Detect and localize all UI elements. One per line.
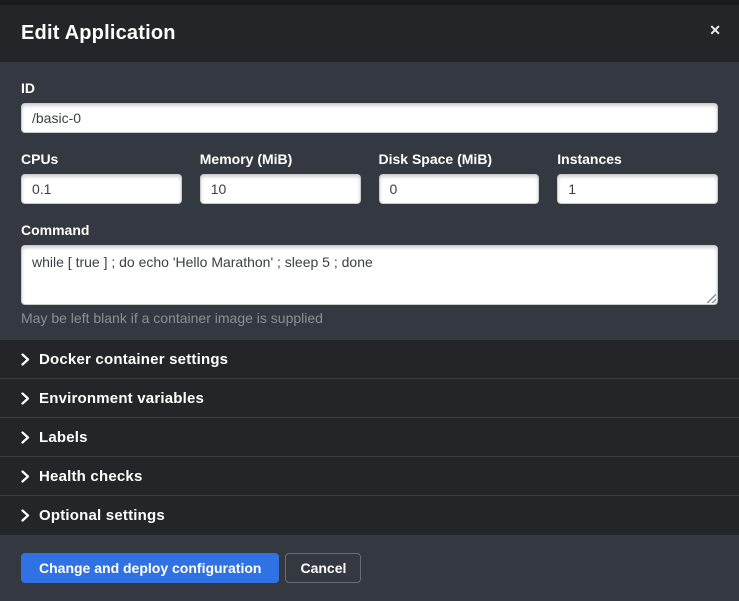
section-environment-variables[interactable]: Environment variables <box>0 379 739 418</box>
form-body: ID CPUs Memory (MiB) Disk Space (MiB) In… <box>0 62 739 340</box>
section-label: Docker container settings <box>39 351 228 368</box>
section-label: Health checks <box>39 468 142 485</box>
section-label: Labels <box>39 429 88 446</box>
close-icon: ✕ <box>709 22 721 38</box>
chevron-right-icon <box>21 431 30 444</box>
disk-input[interactable] <box>379 174 540 204</box>
memory-label: Memory (MiB) <box>200 151 361 167</box>
modal-header: Edit Application ✕ <box>0 0 739 62</box>
instances-input[interactable] <box>557 174 718 204</box>
id-field-group: ID <box>21 80 718 133</box>
section-health-checks[interactable]: Health checks <box>0 457 739 496</box>
edit-application-modal: Edit Application ✕ ID CPUs Memory (MiB) … <box>0 0 739 599</box>
command-field-group: Command while [ true ] ; do echo 'Hello … <box>21 222 718 326</box>
memory-input[interactable] <box>200 174 361 204</box>
cpus-input[interactable] <box>21 174 182 204</box>
chevron-right-icon <box>21 470 30 483</box>
command-textarea[interactable]: while [ true ] ; do echo 'Hello Marathon… <box>21 245 718 305</box>
command-textarea-wrap: while [ true ] ; do echo 'Hello Marathon… <box>21 245 718 305</box>
cpus-field-group: CPUs <box>21 151 182 204</box>
disk-field-group: Disk Space (MiB) <box>379 151 540 204</box>
chevron-right-icon <box>21 392 30 405</box>
command-label: Command <box>21 222 718 238</box>
section-optional-settings[interactable]: Optional settings <box>0 496 739 535</box>
section-docker-container-settings[interactable]: Docker container settings <box>0 340 739 379</box>
close-button[interactable]: ✕ <box>705 19 725 41</box>
instances-field-group: Instances <box>557 151 718 204</box>
chevron-right-icon <box>21 509 30 522</box>
instances-label: Instances <box>557 151 718 167</box>
chevron-right-icon <box>21 353 30 366</box>
accordion: Docker container settings Environment va… <box>0 340 739 535</box>
section-label: Optional settings <box>39 507 165 524</box>
modal-footer: Change and deploy configuration Cancel <box>0 535 739 601</box>
section-label: Environment variables <box>39 390 204 407</box>
id-label: ID <box>21 80 718 96</box>
cancel-button[interactable]: Cancel <box>285 553 361 583</box>
cpus-label: CPUs <box>21 151 182 167</box>
disk-label: Disk Space (MiB) <box>379 151 540 167</box>
command-help-text: May be left blank if a container image i… <box>21 310 718 326</box>
section-labels[interactable]: Labels <box>0 418 739 457</box>
modal-title: Edit Application <box>21 22 176 45</box>
memory-field-group: Memory (MiB) <box>200 151 361 204</box>
resource-row: CPUs Memory (MiB) Disk Space (MiB) Insta… <box>21 151 718 204</box>
deploy-button[interactable]: Change and deploy configuration <box>21 553 279 583</box>
id-input[interactable] <box>21 103 718 133</box>
